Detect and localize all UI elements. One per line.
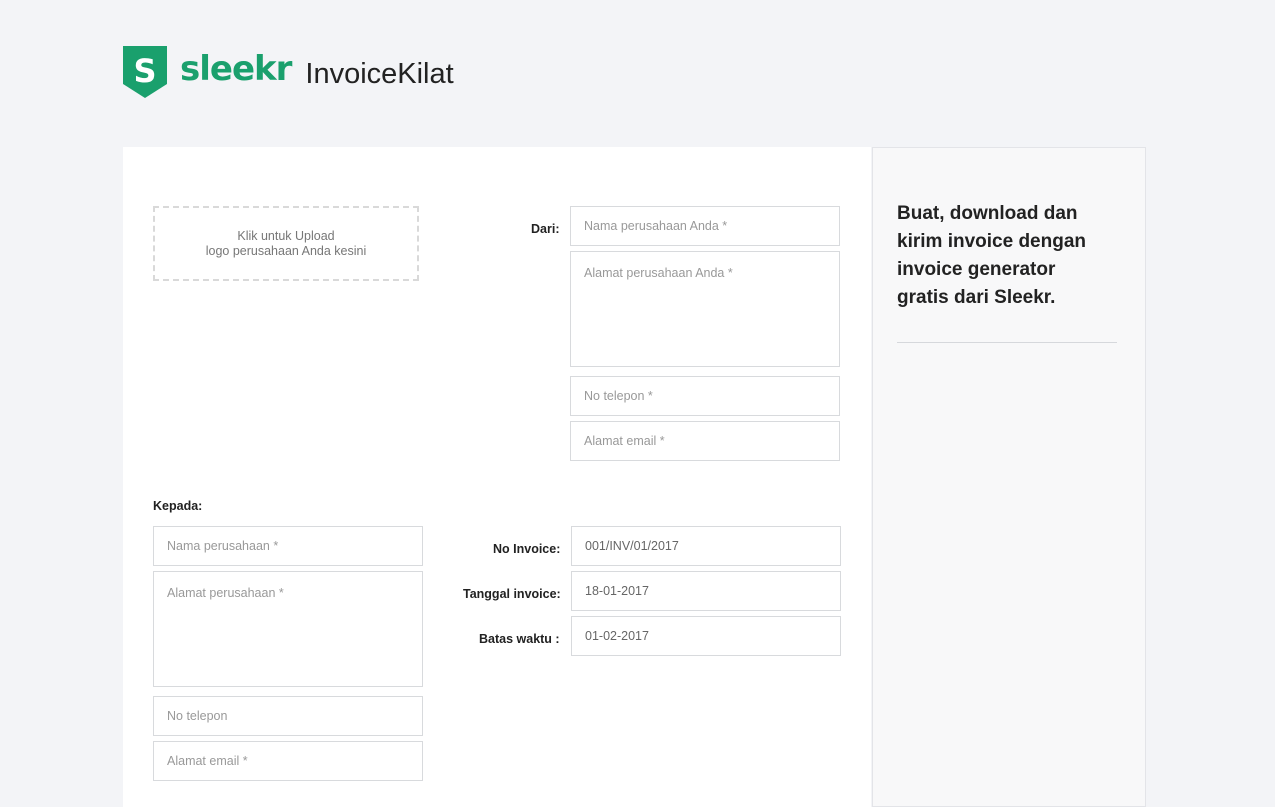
from-phone-input[interactable]: No telepon *: [570, 376, 840, 416]
sleekr-logo-icon: S: [123, 46, 167, 98]
invoice-number-label: No Invoice:: [493, 542, 561, 556]
brand-name: sleekr: [180, 49, 292, 89]
logo-upload-area[interactable]: Klik untuk Upload logo perusahaan Anda k…: [153, 206, 419, 281]
to-phone-input[interactable]: No telepon: [153, 696, 423, 736]
upload-line-1: Klik untuk Upload: [237, 228, 335, 243]
sidebar-divider: [897, 342, 1117, 343]
due-date-input[interactable]: 01-02-2017: [571, 616, 841, 656]
logo-letter: S: [133, 52, 156, 90]
due-date-label: Batas waktu :: [479, 632, 560, 646]
invoice-date-label: Tanggal invoice:: [463, 587, 561, 601]
invoice-date-input[interactable]: 18-01-2017: [571, 571, 841, 611]
to-email-input[interactable]: Alamat email *: [153, 741, 423, 781]
from-label: Dari:: [531, 222, 560, 236]
from-email-input[interactable]: Alamat email *: [570, 421, 840, 461]
to-label: Kepada:: [153, 499, 203, 513]
upload-line-2: logo perusahaan Anda kesini: [205, 243, 367, 258]
invoice-form-card: Klik untuk Upload logo perusahaan Anda k…: [123, 147, 871, 807]
app-header: S sleekr InvoiceKilat: [123, 46, 454, 98]
to-company-name-input[interactable]: Nama perusahaan *: [153, 526, 423, 566]
promo-sidebar: Buat, download dan kirim invoice dengan …: [872, 147, 1146, 807]
from-company-name-input[interactable]: Nama perusahaan Anda *: [570, 206, 840, 246]
product-name: InvoiceKilat: [305, 57, 454, 90]
from-company-address-input[interactable]: Alamat perusahaan Anda *: [570, 251, 840, 367]
invoice-number-input[interactable]: 001/INV/01/2017: [571, 526, 841, 566]
promo-text: Buat, download dan kirim invoice dengan …: [897, 203, 1086, 308]
to-company-address-input[interactable]: Alamat perusahaan *: [153, 571, 423, 687]
